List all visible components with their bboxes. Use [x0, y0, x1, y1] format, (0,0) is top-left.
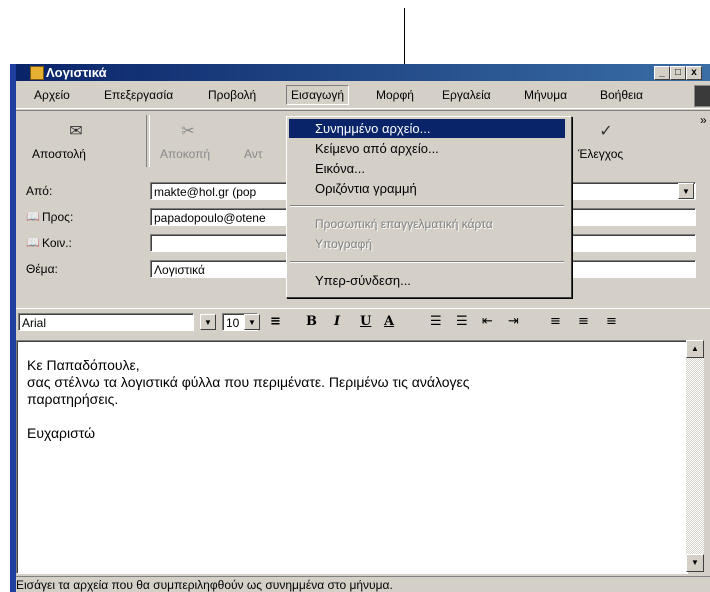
send-button[interactable]: Αποστολή [32, 147, 86, 161]
subject-label: Θέμα: [26, 262, 58, 276]
windows-logo-icon [694, 85, 710, 107]
address-book-icon[interactable]: 📖 [26, 210, 40, 223]
message-text: Κε Παπαδόπουλε, σας στέλνω τα λογιστικά … [27, 357, 470, 442]
font-value: Arial [22, 316, 47, 330]
menu-item-business-card: Προσωπική επαγγελματική κάρτα [315, 217, 493, 231]
underline-button[interactable]: U [360, 314, 371, 329]
to-value: papadopoulo@otene [154, 211, 266, 225]
maximize-button[interactable]: □ [670, 66, 686, 80]
window-title: Λογιστικά [46, 65, 107, 80]
menu-item-signature: Υπογραφή [315, 237, 373, 251]
size-dropdown-button[interactable]: ▼ [244, 314, 260, 330]
size-value: 10 [226, 316, 240, 330]
message-line: Ευχαριστώ [27, 425, 96, 441]
from-label: Από: [26, 184, 53, 198]
from-dropdown-button[interactable]: ▼ [678, 183, 694, 199]
menu-insert[interactable]: Εισαγωγή [286, 85, 350, 105]
align-right-icon[interactable]: ≡ [606, 314, 617, 329]
menu-item-text-from-file[interactable]: Κείμενο από αρχείο... [289, 139, 565, 158]
font-color-button[interactable]: A [384, 314, 394, 329]
toolbar-overflow[interactable]: » [700, 113, 707, 127]
menu-tools[interactable]: Εργαλεία [438, 86, 495, 104]
message-body[interactable]: Κε Παπαδόπουλε, σας στέλνω τα λογιστικά … [16, 340, 688, 574]
app-icon [30, 66, 44, 80]
message-line: παρατηρήσεις. [27, 391, 119, 407]
menu-file[interactable]: Αρχείο [30, 86, 74, 104]
font-dropdown-button[interactable]: ▼ [200, 314, 216, 330]
bullet-list-icon[interactable]: ☰ [456, 314, 468, 329]
copy-button[interactable]: Αντ [244, 147, 263, 161]
menu-item-picture[interactable]: Εικόνα... [289, 159, 565, 178]
menu-separator [290, 205, 564, 207]
menu-bar: Αρχείο Επεξεργασία Προβολή Εισαγωγή Μορφ… [16, 82, 710, 109]
toolbar-separator [146, 115, 150, 167]
menu-item-horizontal-line[interactable]: Οριζόντια γραμμή [289, 179, 565, 198]
decrease-indent-icon[interactable]: ⇤ [482, 314, 493, 329]
menu-separator [290, 261, 564, 263]
insert-dropdown-menu: Συνημμένο αρχείο... Κείμενο από αρχείο..… [286, 116, 572, 298]
check-button[interactable]: Έλεγχος [578, 147, 623, 161]
status-bar: Εισάγει τα αρχεία που θα συμπεριληφθούν … [16, 576, 710, 592]
address-book-icon[interactable]: 📖 [26, 236, 40, 249]
bold-button[interactable]: B [306, 314, 317, 329]
formatting-bar: Arial ▼ 10 ▼ ≡ B I U A ☰ ☰ ⇤ ⇥ ≡ ≡ ≡ [16, 308, 710, 337]
align-center-icon[interactable]: ≡ [578, 314, 589, 329]
vertical-scrollbar[interactable]: ▲ ▼ [686, 340, 704, 572]
menu-item-attachment[interactable]: Συνημμένο αρχείο... [289, 119, 565, 138]
menu-format[interactable]: Μορφή [372, 86, 418, 104]
title-bar[interactable]: Λογιστικά _ □ x [16, 64, 710, 81]
scroll-down-button[interactable]: ▼ [686, 554, 704, 572]
spelling-icon[interactable]: ✓ [596, 121, 616, 140]
menu-message[interactable]: Μήνυμα [520, 86, 571, 104]
minimize-button[interactable]: _ [654, 66, 670, 80]
menu-view[interactable]: Προβολή [204, 86, 260, 104]
to-label[interactable]: Προς: [42, 210, 73, 224]
numbered-list-icon[interactable]: ☰ [430, 314, 442, 329]
from-value: makte@hol.gr (pop [154, 185, 257, 199]
cc-label[interactable]: Κοιν.: [42, 236, 72, 250]
subject-value: Λογιστικά [154, 263, 205, 277]
message-line: Κε Παπαδόπουλε, [27, 357, 140, 373]
message-line: σας στέλνω τα λογιστικά φύλλα που περιμέ… [27, 374, 470, 390]
font-select[interactable]: Arial [18, 313, 194, 331]
scroll-up-button[interactable]: ▲ [686, 340, 704, 358]
paragraph-style-icon[interactable]: ≡ [270, 314, 281, 329]
close-button[interactable]: x [686, 66, 702, 80]
increase-indent-icon[interactable]: ⇥ [508, 314, 519, 329]
cut-button[interactable]: Αποκοπή [160, 147, 210, 161]
menu-item-hyperlink[interactable]: Υπερ-σύνδεση... [289, 271, 565, 290]
menu-edit[interactable]: Επεξεργασία [100, 86, 177, 104]
menu-help[interactable]: Βοήθεια [596, 86, 647, 104]
italic-button[interactable]: I [334, 314, 340, 329]
cut-icon[interactable]: ✂ [178, 121, 198, 140]
send-icon[interactable]: ✉ [66, 121, 86, 140]
align-left-icon[interactable]: ≡ [550, 314, 561, 329]
